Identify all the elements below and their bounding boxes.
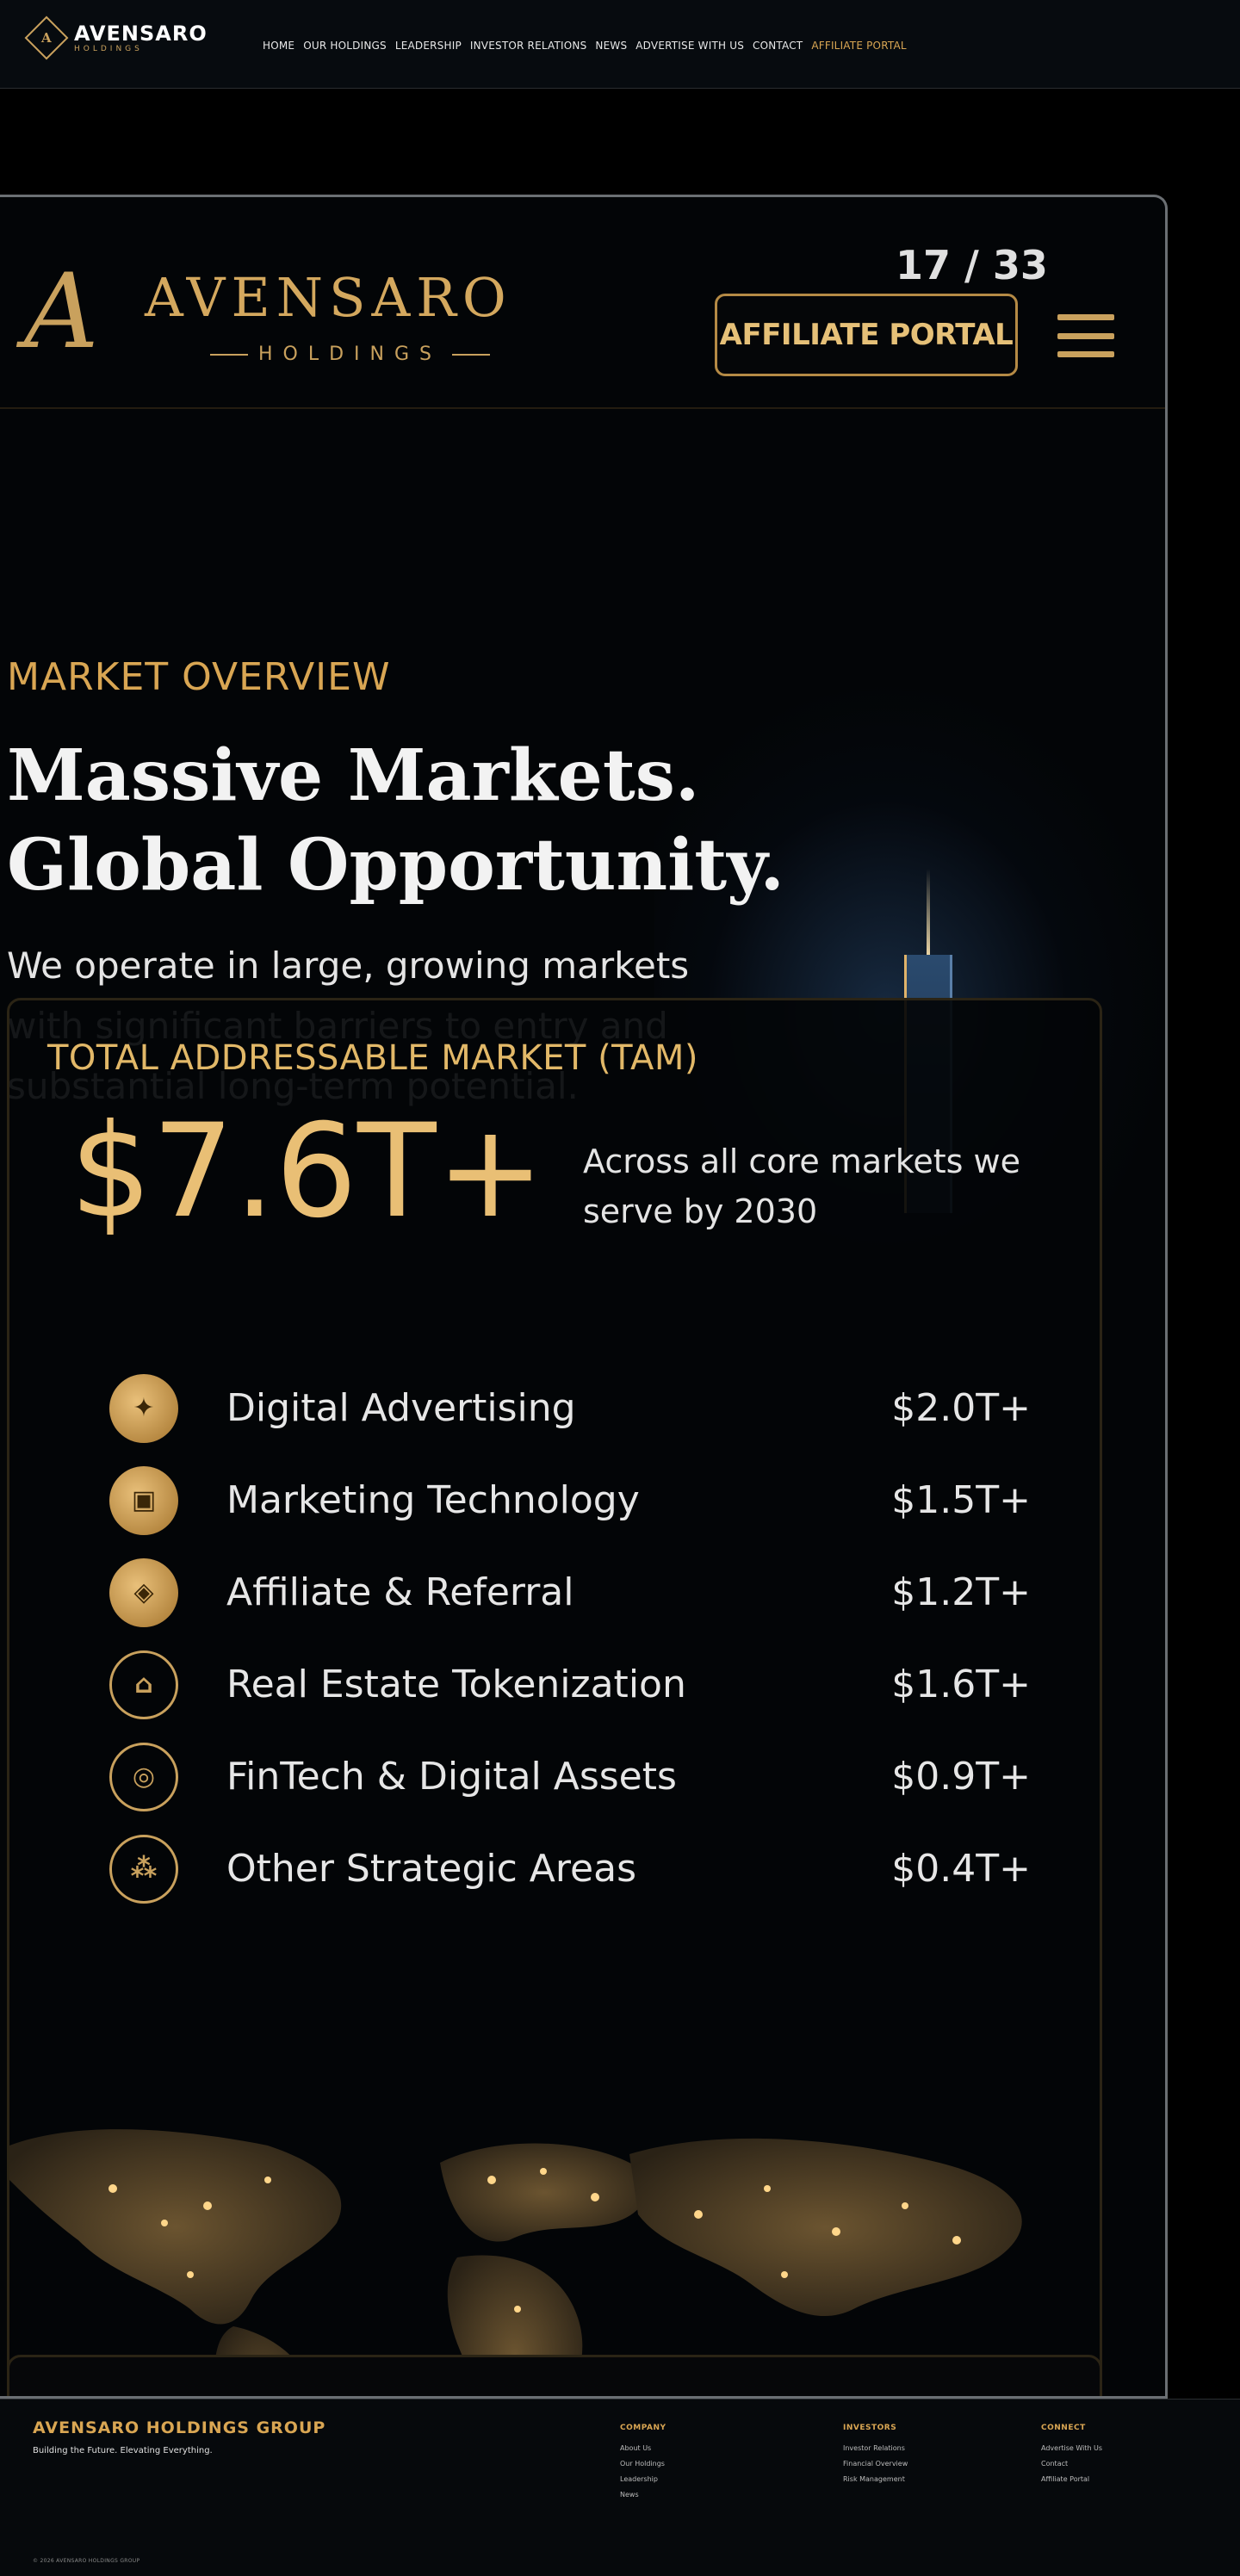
brand-name: AVENSARO (145, 266, 512, 329)
brand-sub: HOLDINGS (200, 344, 500, 365)
footer-tagline: Building the Future. Elevating Everythin… (33, 2446, 213, 2455)
market-value: $0.9T+ (891, 1755, 1031, 1799)
market-row: ◎ FinTech & Digital Assets $0.9T+ (109, 1731, 1031, 1823)
footer-column-title: CONNECT (1041, 2424, 1086, 2432)
logo-sub: HOLDINGS (74, 45, 143, 53)
footer-link-about-us[interactable]: About Us (620, 2444, 666, 2452)
footer-column-connect: CONNECT Advertise With Us Contact Affili… (1041, 2424, 1102, 2491)
main-nav: HOME OUR HOLDINGS LEADERSHIP INVESTOR RE… (263, 40, 907, 52)
nav-news[interactable]: NEWS (595, 40, 627, 52)
copyright: © 2026 AVENSARO HOLDINGS GROUP (33, 2558, 140, 2564)
headline-line-1: Massive Markets. (7, 734, 700, 817)
market-value: $2.0T+ (891, 1386, 1031, 1430)
building-icon: ⌂ (109, 1650, 178, 1719)
footer-brand: AVENSARO HOLDINGS GROUP (33, 2418, 326, 2437)
coin-icon: ◎ (109, 1742, 178, 1811)
market-name: Other Strategic Areas (226, 1847, 636, 1891)
footer-link-investor-relations[interactable]: Investor Relations (843, 2444, 908, 2452)
market-name: Digital Advertising (226, 1386, 576, 1430)
tam-label: TOTAL ADDRESSABLE MARKET (TAM) (47, 1038, 698, 1078)
footer-link-risk-management[interactable]: Risk Management (843, 2475, 908, 2483)
market-row: ⌂ Real Estate Tokenization $1.6T+ (109, 1638, 1031, 1731)
market-value: $0.4T+ (891, 1847, 1031, 1891)
footer-column-company: COMPANY About Us Our Holdings Leadership… (620, 2424, 666, 2506)
tower-spire (927, 869, 930, 963)
tam-panel: TOTAL ADDRESSABLE MARKET (TAM) $7.6T+ Ac… (7, 998, 1102, 2396)
next-panel-edge (7, 2355, 1102, 2396)
footer-link-affiliate-portal[interactable]: Affiliate Portal (1041, 2475, 1102, 2483)
headline-line-2: Global Opportunity. (7, 824, 784, 907)
footer-link-advertise-with-us[interactable]: Advertise With Us (1041, 2444, 1102, 2452)
handshake-icon: ◈ (109, 1557, 178, 1627)
market-value: $1.6T+ (891, 1663, 1031, 1706)
headline: Massive Markets. Global Opportunity. (7, 731, 784, 910)
logo-letter: A (41, 29, 52, 46)
site-footer: AVENSARO HOLDINGS GROUP Building the Fut… (0, 2399, 1240, 2576)
footer-link-leadership[interactable]: Leadership (620, 2475, 666, 2483)
nav-affiliate-portal[interactable]: AFFILIATE PORTAL (811, 40, 906, 52)
brand-monogram: A (24, 252, 99, 372)
footer-column-title: INVESTORS (843, 2424, 897, 2432)
tam-description: Across all core markets we serve by 2030 (583, 1142, 1020, 1230)
site-header: A AVENSARO HOLDINGS HOME OUR HOLDINGS LE… (0, 0, 1240, 89)
footer-column-title: COMPANY (620, 2424, 666, 2432)
market-list: ✦ Digital Advertising $2.0T+ ▣ Marketing… (109, 1362, 1031, 1915)
logo-name: AVENSARO (74, 22, 208, 46)
hamburger-menu-icon[interactable] (1057, 314, 1114, 357)
market-row: ⁂ Other Strategic Areas $0.4T+ (109, 1823, 1031, 1915)
market-name: Marketing Technology (226, 1478, 640, 1522)
logo-diamond-icon: A (24, 15, 69, 60)
affiliate-portal-button[interactable]: AFFILIATE PORTAL (715, 294, 1018, 376)
market-row: ▣ Marketing Technology $1.5T+ (109, 1454, 1031, 1546)
badge-icon: ✦ (109, 1373, 178, 1443)
site-logo[interactable]: A AVENSARO HOLDINGS (24, 15, 208, 60)
nav-contact[interactable]: CONTACT (753, 40, 803, 52)
footer-link-financial-overview[interactable]: Financial Overview (843, 2460, 908, 2468)
market-value: $1.2T+ (891, 1570, 1031, 1614)
footer-column-investors: INVESTORS Investor Relations Financial O… (843, 2424, 908, 2491)
market-value: $1.5T+ (891, 1478, 1031, 1522)
nav-advertise-with-us[interactable]: ADVERTISE WITH US (636, 40, 744, 52)
market-name: FinTech & Digital Assets (226, 1755, 677, 1799)
footer-link-our-holdings[interactable]: Our Holdings (620, 2460, 666, 2468)
network-icon: ⁂ (109, 1834, 178, 1904)
chip-icon: ▣ (109, 1465, 178, 1535)
market-name: Real Estate Tokenization (226, 1663, 686, 1706)
market-row: ◈ Affiliate & Referral $1.2T+ (109, 1546, 1031, 1638)
footer-link-contact[interactable]: Contact (1041, 2460, 1102, 2468)
nav-leadership[interactable]: LEADERSHIP (395, 40, 462, 52)
section-eyebrow: MARKET OVERVIEW (7, 655, 391, 699)
nav-investor-relations[interactable]: INVESTOR RELATIONS (470, 40, 587, 52)
market-overview-slide: A AVENSARO HOLDINGS 17 / 33 AFFILIATE PO… (0, 195, 1168, 2399)
market-name: Affiliate & Referral (226, 1570, 574, 1614)
slide-topbar: A AVENSARO HOLDINGS 17 / 33 AFFILIATE PO… (0, 197, 1165, 409)
nav-home[interactable]: HOME (263, 40, 294, 52)
page-counter: 17 / 33 (896, 242, 1048, 288)
market-row: ✦ Digital Advertising $2.0T+ (109, 1362, 1031, 1454)
tam-value: $7.6T+ (70, 1097, 545, 1247)
footer-link-news[interactable]: News (620, 2491, 666, 2499)
nav-our-holdings[interactable]: OUR HOLDINGS (303, 40, 387, 52)
